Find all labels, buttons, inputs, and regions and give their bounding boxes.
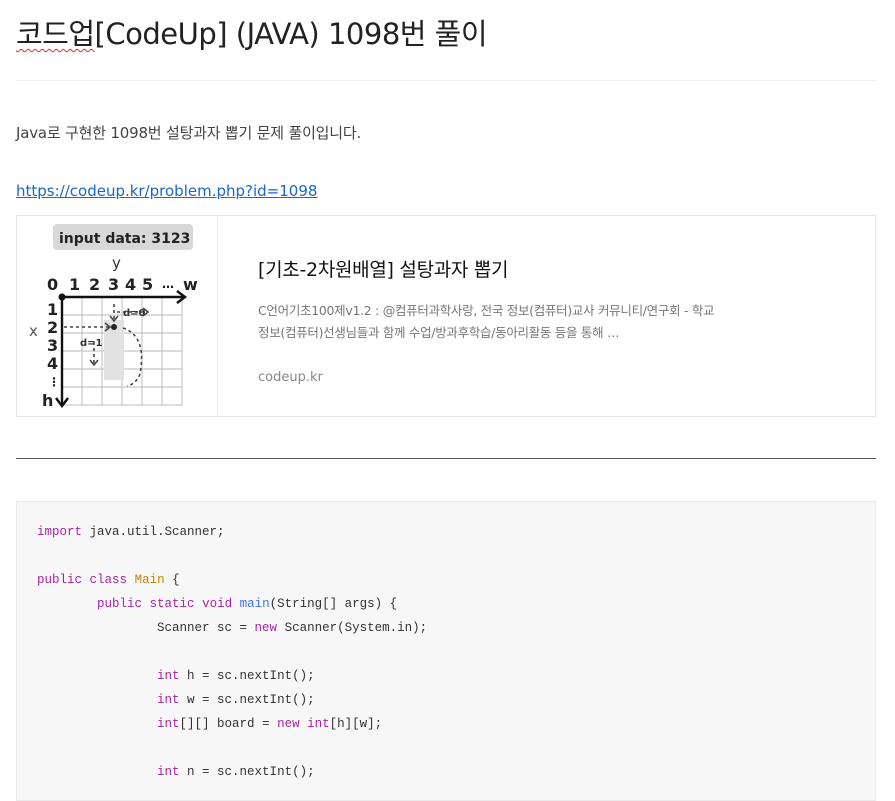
post-title-rest: [CodeUp] (JAVA) 1098번 풀이 xyxy=(94,17,488,51)
input-label: input data: 3123 xyxy=(59,231,190,247)
problem-link[interactable]: https://codeup.kr/problem.php?id=1098 xyxy=(16,179,317,203)
start-dot xyxy=(111,324,117,330)
link-preview-title: [기초-2차원배열] 설탕과자 뽑기 xyxy=(258,259,509,281)
code-line: import java.util.Scanner; xyxy=(37,525,225,539)
row-label: 3 xyxy=(47,336,58,355)
intro-text: Java로 구현한 1098번 설탕과자 뽑기 문제 풀이입니다. xyxy=(16,124,362,142)
row-label: 1 xyxy=(47,300,58,319)
origin-dot xyxy=(58,293,66,301)
code-line: int h = sc.nextInt(); xyxy=(157,669,315,683)
column-labels: 0 1 2 3 4 5 … w xyxy=(47,275,198,294)
col-label: … xyxy=(162,277,174,291)
title-divider xyxy=(16,80,876,81)
section-divider xyxy=(16,458,876,459)
axis-x-label: x xyxy=(29,322,38,340)
row-label: ⋮ xyxy=(48,375,60,389)
code-line: int w = sc.nextInt(); xyxy=(157,693,315,707)
code-line: public class Main { xyxy=(37,573,180,587)
col-label: 0 xyxy=(47,275,58,294)
col-label: 1 xyxy=(69,275,80,294)
col-label: 3 xyxy=(108,275,119,294)
link-preview-description: C언어기초100제v1.2 : @컴퓨터과학사랑, 전국 정보(컴퓨터)교사 커… xyxy=(258,303,715,340)
code-lines: import java.util.Scanner; public class Ma… xyxy=(37,520,855,784)
col-label: 2 xyxy=(89,275,100,294)
code-line: public static void main(String[] args) { xyxy=(97,597,398,611)
code-line: Scanner sc = new Scanner(System.in); xyxy=(37,621,428,635)
col-label: 4 xyxy=(125,275,136,294)
grid-illustration: input data: 3123 y 0 1 2 3 4 5 … w 1 2 3… xyxy=(29,224,198,410)
col-label: w xyxy=(183,275,198,294)
row-label: 4 xyxy=(47,354,58,373)
axis-y-label: y xyxy=(112,254,121,272)
page: 코드업[CodeUp] (JAVA) 1098번 풀이 Java로 구현한 10… xyxy=(0,0,895,801)
annotation-d0: d=0 xyxy=(123,308,146,319)
row-labels: 1 2 3 4 ⋮ h xyxy=(42,300,60,410)
code-line: int n = sc.nextInt(); xyxy=(157,765,315,779)
row-label: h xyxy=(42,391,53,410)
row-label: 2 xyxy=(47,318,58,337)
link-preview-thumbnail: input data: 3123 y 0 1 2 3 4 5 … w 1 2 3… xyxy=(17,216,218,416)
code-line: int[][] board = new int[h][w]; xyxy=(157,717,383,731)
link-preview-site: codeup.kr xyxy=(258,370,323,385)
annotation-d1: d=1 xyxy=(80,338,103,349)
code-content: import java.util.Scanner; public class Ma… xyxy=(17,502,875,800)
post-title-prefix: 코드업 xyxy=(16,17,95,51)
link-preview-card[interactable]: input data: 3123 y 0 1 2 3 4 5 … w 1 2 3… xyxy=(16,215,876,417)
post-title: 코드업[CodeUp] (JAVA) 1098번 풀이 xyxy=(16,12,488,56)
code-block: import java.util.Scanner; public class Ma… xyxy=(16,501,876,801)
col-label: 5 xyxy=(142,275,153,294)
